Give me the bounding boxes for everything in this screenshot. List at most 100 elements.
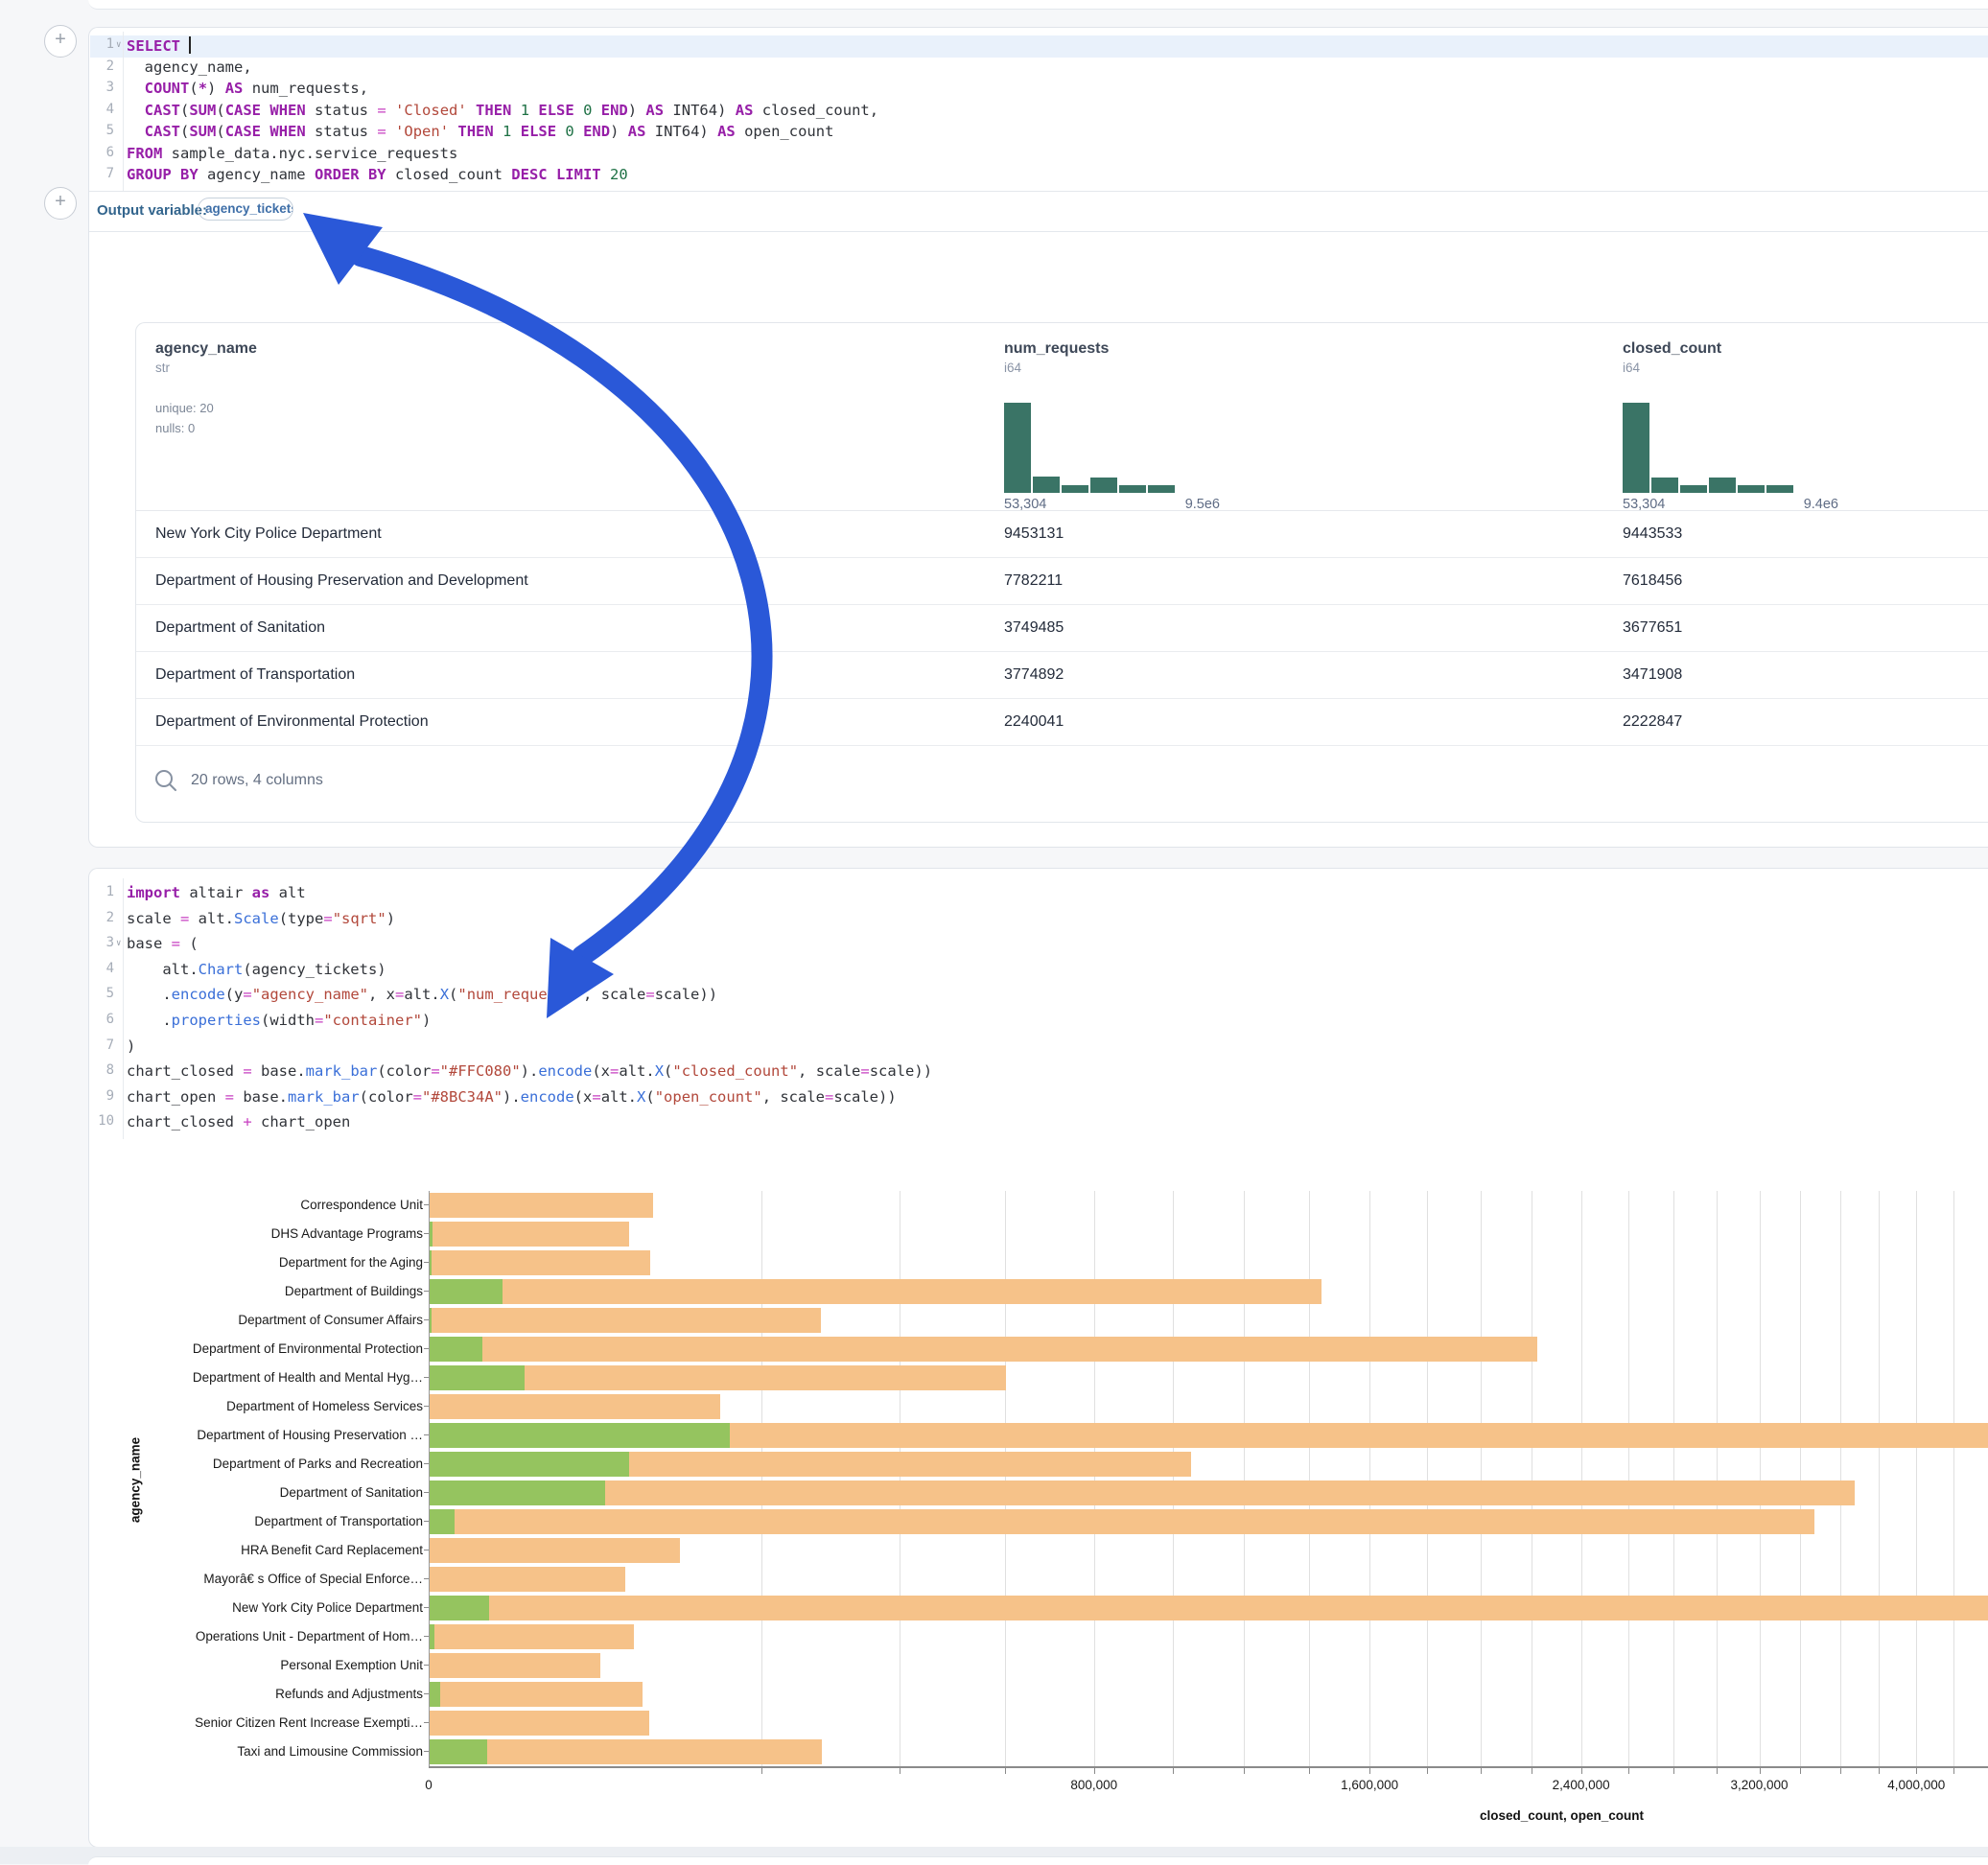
table-row: Department of Transportation377489234719… bbox=[136, 651, 1988, 699]
table-cell: 9443533 bbox=[1623, 525, 1682, 543]
code-line[interactable]: 8chart_closed = base.mark_bar(color="#FF… bbox=[89, 1062, 1988, 1088]
table-cell: 2222847 bbox=[1623, 713, 1682, 731]
code-line[interactable]: 10chart_closed + chart_open bbox=[89, 1113, 1988, 1139]
bar-open-count bbox=[429, 1423, 730, 1448]
gridline bbox=[1369, 1191, 1370, 1766]
code-line[interactable]: 2 agency_name, bbox=[89, 58, 1988, 81]
table-row: New York City Police Department945313194… bbox=[136, 510, 1988, 558]
x-tick bbox=[1840, 1768, 1841, 1774]
y-axis-label: Personal Exemption Unit bbox=[116, 1658, 423, 1672]
y-axis-label: Mayorâ€ s Office of Special Enforce… bbox=[116, 1572, 423, 1586]
table-cell: 3749485 bbox=[1004, 619, 1064, 637]
line-number: 7 bbox=[89, 1037, 114, 1053]
code-line[interactable]: 7GROUP BY agency_name ORDER BY closed_co… bbox=[89, 166, 1988, 188]
table-cell: 3677651 bbox=[1623, 619, 1682, 637]
x-axis-tick-label: 1,600,000 bbox=[1341, 1778, 1398, 1792]
y-axis-label: Correspondence Unit bbox=[116, 1198, 423, 1212]
x-axis-tick-label: 4,000,000 bbox=[1887, 1778, 1945, 1792]
y-axis-label: Department of Buildings bbox=[116, 1284, 423, 1298]
y-axis-line bbox=[429, 1191, 430, 1766]
x-tick bbox=[1628, 1768, 1629, 1774]
x-tick bbox=[1244, 1768, 1245, 1774]
x-tick bbox=[1094, 1768, 1095, 1774]
y-axis-label: Department of Consumer Affairs bbox=[116, 1313, 423, 1327]
line-number: 7 bbox=[89, 166, 114, 181]
bar-closed-count bbox=[429, 1480, 1855, 1505]
code-line[interactable]: 6 .properties(width="container") bbox=[89, 1012, 1988, 1037]
line-number: 4 bbox=[89, 102, 114, 117]
code-line[interactable]: 5 CAST(SUM(CASE WHEN status = 'Open' THE… bbox=[89, 123, 1988, 145]
x-tick bbox=[1427, 1768, 1428, 1774]
python-editor[interactable]: 1import altair as alt2scale = alt.Scale(… bbox=[89, 884, 1988, 1139]
column-header[interactable]: num_requests bbox=[1004, 340, 1109, 358]
line-number: 8 bbox=[89, 1062, 114, 1078]
table-footer: 20 rows, 4 columns bbox=[136, 745, 1988, 822]
gridline bbox=[1005, 1191, 1006, 1766]
column-header[interactable]: closed_count bbox=[1623, 340, 1721, 358]
sql-editor[interactable]: 1∨SELECT 2 agency_name,3 COUNT(*) AS num… bbox=[89, 36, 1988, 188]
table-cell: Department of Sanitation bbox=[155, 619, 325, 637]
y-axis-label: Department of Parks and Recreation bbox=[116, 1457, 423, 1471]
output-variable-input[interactable]: agency_tickets bbox=[198, 198, 293, 221]
y-axis-label: Department of Transportation bbox=[116, 1514, 423, 1528]
line-number: 6 bbox=[89, 145, 114, 160]
column-header[interactable]: agency_name bbox=[155, 340, 257, 358]
x-axis-line bbox=[429, 1766, 1988, 1768]
bar-closed-count bbox=[429, 1596, 1988, 1620]
gridline bbox=[1094, 1191, 1095, 1766]
code-line[interactable]: 1∨SELECT bbox=[89, 36, 1988, 58]
table-cell: 3471908 bbox=[1623, 666, 1682, 684]
table-header: agency_name str unique: 20 nulls: 0 num_… bbox=[136, 323, 1988, 511]
divider bbox=[89, 231, 1988, 232]
x-axis-tick-label: 3,200,000 bbox=[1730, 1778, 1788, 1792]
code-line[interactable]: 1import altair as alt bbox=[89, 884, 1988, 910]
bar-closed-count bbox=[429, 1682, 643, 1707]
x-tick bbox=[1916, 1768, 1917, 1774]
code-line[interactable]: 3∨base = ( bbox=[89, 935, 1988, 961]
y-axis-label: Taxi and Limousine Commission bbox=[116, 1744, 423, 1759]
add-cell-button[interactable]: + bbox=[44, 187, 77, 220]
code-line[interactable]: 6FROM sample_data.nyc.service_requests bbox=[89, 145, 1988, 167]
bar-closed-count bbox=[429, 1337, 1537, 1362]
bar-closed-count bbox=[429, 1394, 720, 1419]
gridline bbox=[1673, 1191, 1674, 1766]
code-line[interactable]: 9chart_open = base.mark_bar(color="#8BC3… bbox=[89, 1088, 1988, 1114]
y-axis-label: New York City Police Department bbox=[116, 1600, 423, 1615]
code-line[interactable]: 7) bbox=[89, 1037, 1988, 1063]
output-variable-label: Output variable: bbox=[97, 202, 207, 219]
y-axis-label: Senior Citizen Rent Increase Exempti… bbox=[116, 1715, 423, 1730]
gridline bbox=[1244, 1191, 1245, 1766]
x-tick bbox=[1369, 1768, 1370, 1774]
x-tick bbox=[1309, 1768, 1310, 1774]
table-cell: Department of Environmental Protection bbox=[155, 713, 429, 731]
add-cell-button[interactable]: + bbox=[44, 25, 77, 58]
altair-chart: Correspondence UnitDHS Advantage Program… bbox=[89, 1185, 1988, 1837]
code-line[interactable]: 2scale = alt.Scale(type="sqrt") bbox=[89, 910, 1988, 936]
x-tick bbox=[1673, 1768, 1674, 1774]
gridline bbox=[1717, 1191, 1718, 1766]
bar-open-count bbox=[429, 1682, 440, 1707]
y-axis-label: Department of Health and Mental Hyg… bbox=[116, 1370, 423, 1385]
code-line[interactable]: 4 alt.Chart(agency_tickets) bbox=[89, 961, 1988, 987]
table-row: Department of Housing Preservation and D… bbox=[136, 557, 1988, 605]
gridline bbox=[1628, 1191, 1629, 1766]
bar-open-count bbox=[429, 1452, 629, 1477]
result-table: agency_name str unique: 20 nulls: 0 num_… bbox=[135, 322, 1988, 823]
code-line[interactable]: 4 CAST(SUM(CASE WHEN status = 'Closed' T… bbox=[89, 102, 1988, 124]
x-axis-tick-label: 800,000 bbox=[1070, 1778, 1117, 1792]
bar-closed-count bbox=[429, 1567, 625, 1592]
line-number: 1 bbox=[89, 884, 114, 899]
fold-chevron-icon[interactable]: ∨ bbox=[116, 939, 121, 948]
code-line[interactable]: 3 COUNT(*) AS num_requests, bbox=[89, 80, 1988, 102]
gridline bbox=[1427, 1191, 1428, 1766]
search-icon[interactable] bbox=[153, 768, 178, 793]
table-cell: Department of Transportation bbox=[155, 666, 355, 684]
bar-closed-count bbox=[429, 1653, 600, 1678]
column-stat: unique: 20 bbox=[155, 401, 257, 415]
x-tick bbox=[1879, 1768, 1880, 1774]
fold-chevron-icon[interactable]: ∨ bbox=[116, 40, 121, 50]
table-cell: 2240041 bbox=[1004, 713, 1064, 731]
line-number: 9 bbox=[89, 1088, 114, 1104]
line-number: 6 bbox=[89, 1012, 114, 1027]
code-line[interactable]: 5 .encode(y="agency_name", x=alt.X("num_… bbox=[89, 986, 1988, 1012]
